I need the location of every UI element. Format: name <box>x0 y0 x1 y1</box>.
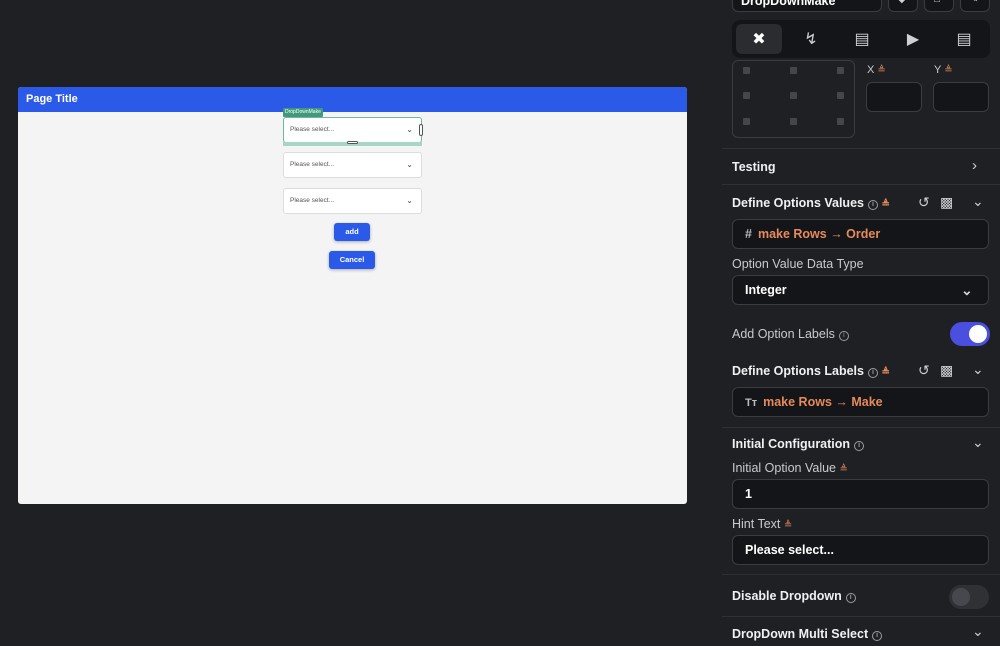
chevron-down-icon[interactable]: ⌄ <box>972 361 984 378</box>
define-labels-title: Define Options Labels i ≜ <box>732 364 890 378</box>
add-option-labels-label: Add Option Labels i <box>732 327 849 341</box>
resize-handle-right[interactable] <box>419 124 423 136</box>
x-label: X ≜ <box>867 64 886 76</box>
chevron-right-icon: › <box>972 157 977 174</box>
widget-name-field[interactable]: DropDownMake <box>732 0 882 12</box>
testing-section[interactable]: Testing › <box>722 148 1000 184</box>
dropdown-3[interactable]: Please select... ⌄ <box>283 188 422 214</box>
save-component-button[interactable]: □ <box>924 0 954 12</box>
hint-text-label: Hint Text ≜ <box>732 517 793 531</box>
variable-icon: ≜ <box>944 65 953 76</box>
tab-properties[interactable]: ✖ <box>736 24 782 54</box>
dropdown-placeholder: Please select... <box>290 161 335 168</box>
dropdown-placeholder: Please select... <box>290 197 335 204</box>
page-title[interactable]: Page Title <box>18 87 687 112</box>
initial-config-title: Initial Configuration i <box>732 437 865 451</box>
define-values-title: Define Options Values i ≜ <box>732 196 890 210</box>
reset-icon[interactable]: ↺ <box>918 194 930 211</box>
disable-dropdown-section: Disable Dropdown i <box>722 574 1000 616</box>
disable-dropdown-toggle[interactable] <box>949 585 989 609</box>
diamond-icon: ◆ <box>898 0 906 5</box>
properties-icon: ✖ <box>752 31 766 48</box>
tab-backend-query[interactable]: ▤ <box>839 24 885 54</box>
initial-value-field[interactable]: 1 <box>732 479 989 509</box>
generate-icon[interactable]: ▩ <box>940 362 953 379</box>
comment-icon: ✎ <box>970 0 978 5</box>
comment-button[interactable]: ✎ <box>960 0 990 12</box>
add-button[interactable]: add <box>334 223 370 241</box>
info-icon: i <box>854 441 865 451</box>
panel-tabs: ✖ ↯ ▤ ▶ ▤ <box>732 20 990 58</box>
dropdown-2[interactable]: Please select... ⌄ <box>283 152 422 178</box>
options-values-field[interactable]: # make Rows → Order <box>732 219 989 249</box>
dropdown-make[interactable]: Please select... ⌄ <box>283 117 422 143</box>
resize-handle-bottom[interactable] <box>347 141 358 144</box>
design-canvas: Page Title DropDownMake Please select...… <box>0 0 722 638</box>
options-labels-field[interactable]: Tт make Rows → Make <box>732 387 989 417</box>
hash-icon: # <box>745 227 752 241</box>
hint-text-field[interactable]: Please select... <box>732 535 989 565</box>
info-icon: i <box>845 593 856 603</box>
initial-value-label: Initial Option Value ≜ <box>732 461 848 475</box>
tab-actions[interactable]: ↯ <box>788 24 834 54</box>
cancel-button[interactable]: Cancel <box>329 251 375 269</box>
chevron-down-icon: ⌄ <box>406 125 413 134</box>
variable-icon: ≜ <box>881 367 890 378</box>
variable-icon: ≜ <box>877 65 886 76</box>
chevron-down-icon[interactable]: ⌄ <box>972 434 984 451</box>
y-input[interactable] <box>933 82 989 112</box>
define-values-section: Define Options Values i ≜ ↺ ▩ ⌄ # make Row… <box>722 184 1000 256</box>
widget-tag: DropDownMake <box>283 108 323 117</box>
chevron-down-icon: ⌄ <box>961 282 973 298</box>
generate-icon[interactable]: ▩ <box>940 194 953 211</box>
device-preview: Page Title DropDownMake Please select...… <box>18 87 687 504</box>
info-icon: i <box>838 331 849 341</box>
info-icon: i <box>867 200 878 210</box>
text-type-icon: Tт <box>745 397 758 409</box>
chevron-down-icon[interactable]: ⌄ <box>972 623 984 640</box>
value-type-label: Option Value Data Type <box>732 257 864 271</box>
y-label: Y ≜ <box>934 64 953 76</box>
disable-dropdown-label: Disable Dropdown i <box>732 589 856 603</box>
info-icon: i <box>872 631 883 641</box>
tab-run[interactable]: ▶ <box>890 24 936 54</box>
backend-query-icon: ▤ <box>854 31 870 48</box>
play-icon: ▶ <box>906 31 920 48</box>
value-type-select[interactable]: Integer ⌄ <box>732 275 989 305</box>
multi-select-label: DropDown Multi Select i <box>732 627 883 641</box>
properties-panel: DropDownMake ◆ □ ✎ ✖ ↯ ▤ ▶ ▤ X ≜ Y ≜ Tes… <box>722 0 1000 641</box>
testing-label: Testing <box>732 160 776 174</box>
dropdown-placeholder: Please select... <box>290 126 335 133</box>
doc-add-icon: ▤ <box>956 31 972 48</box>
variable-icon: ≜ <box>881 199 890 210</box>
x-input[interactable] <box>866 82 922 112</box>
variable-icon: ≜ <box>783 520 793 531</box>
variable-icon: ≜ <box>839 464 848 475</box>
alignment-grid[interactable] <box>732 60 855 138</box>
actions-icon: ↯ <box>804 31 818 48</box>
reset-icon[interactable]: ↺ <box>918 362 930 379</box>
chevron-down-icon[interactable]: ⌄ <box>972 193 984 210</box>
box-icon: □ <box>934 0 940 5</box>
favorite-button[interactable]: ◆ <box>888 0 918 12</box>
multi-select-section: DropDown Multi Select i ⌄ <box>722 616 1000 646</box>
define-labels-section: Define Options Labels i ≜ ↺ ▩ ⌄ Tт make Ro… <box>722 352 1000 426</box>
initial-config-section: Initial Configuration i ⌄ Initial Option … <box>722 427 1000 574</box>
chevron-down-icon: ⌄ <box>406 160 413 169</box>
tab-docs[interactable]: ▤ <box>941 24 987 54</box>
add-option-labels-toggle[interactable] <box>950 322 990 346</box>
chevron-down-icon: ⌄ <box>406 196 413 205</box>
info-icon: i <box>867 368 878 378</box>
